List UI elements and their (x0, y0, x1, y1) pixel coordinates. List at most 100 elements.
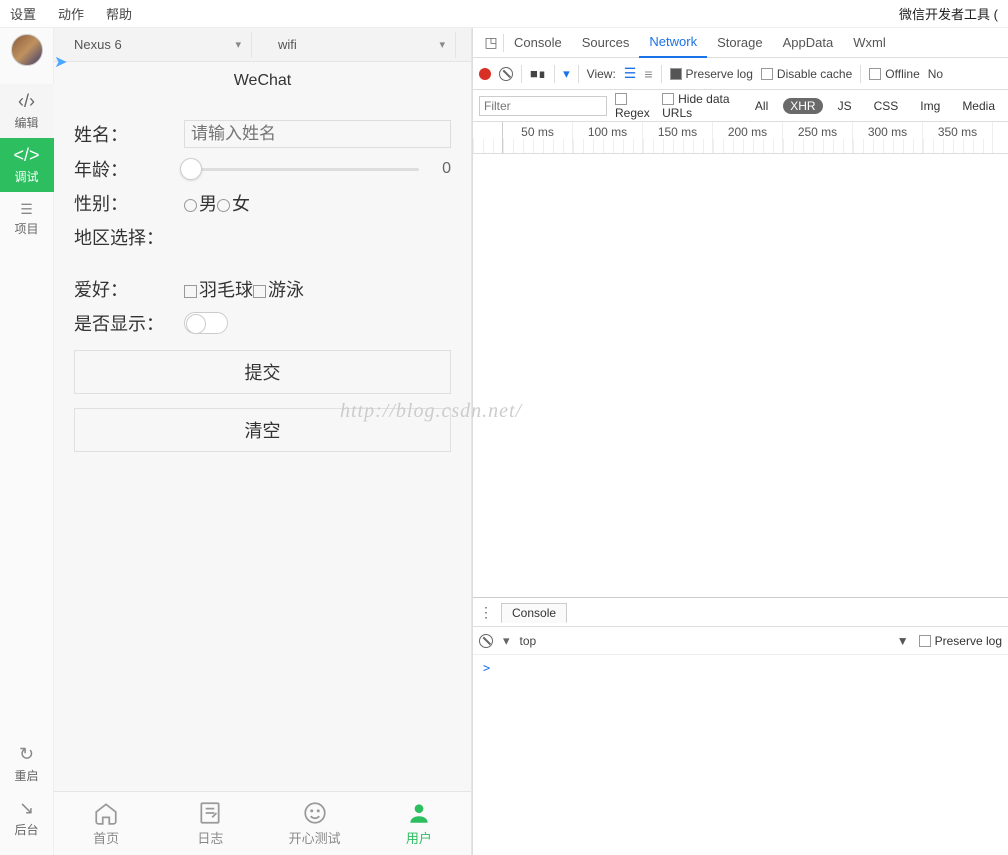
clear-button[interactable]: 清空 (74, 408, 451, 452)
app-brand: 微信开发者工具 ( (899, 4, 998, 23)
filter-type-js[interactable]: JS (831, 98, 859, 114)
checkbox-icon (253, 285, 266, 298)
record-icon[interactable] (479, 68, 491, 80)
network-toolbar: ■∎ ▾ View: ☰ ≡ Preserve log Disable cach… (473, 58, 1008, 90)
drawer-menu-icon[interactable]: ⋮ (479, 604, 493, 621)
view-waterfall-icon[interactable]: ≡ (644, 66, 652, 82)
checkbox-icon (670, 68, 682, 80)
checkbox-icon (184, 285, 197, 298)
devtools-tab-appdata[interactable]: AppData (773, 28, 844, 58)
gender-label: 性别： (74, 190, 184, 216)
avatar[interactable] (11, 34, 43, 66)
sidebar-restart-label: 重启 (14, 767, 38, 784)
left-sidebar: ‹/› 编辑 </> 调试 ☰ 项目 ↻ 重启 ↘ 后台 (0, 28, 54, 855)
checkbox-icon (615, 93, 627, 105)
sidebar-backend-label: 后台 (14, 821, 38, 838)
filter-type-css[interactable]: CSS (867, 98, 906, 114)
drawer-tab-console[interactable]: Console (501, 603, 567, 623)
preserve-log-checkbox[interactable]: Preserve log (670, 67, 753, 81)
filter-type-all[interactable]: All (748, 98, 775, 114)
filter-input[interactable] (479, 96, 607, 116)
timeline-tick: 150 ms (643, 122, 713, 153)
menu-settings[interactable]: 设置 (10, 4, 36, 23)
menu-actions[interactable]: 动作 (58, 4, 84, 23)
network-request-list (473, 154, 1008, 597)
console-toolbar: ▾ top ▼ Preserve log (473, 627, 1008, 655)
devtools-tab-console[interactable]: Console (504, 28, 572, 58)
top-menu: 设置 动作 帮助 微信开发者工具 ( (0, 0, 1008, 28)
tab-happy[interactable]: 开心测试 (263, 792, 367, 855)
submit-button[interactable]: 提交 (74, 350, 451, 394)
view-list-icon[interactable]: ☰ (624, 65, 637, 82)
filter-type-xhr[interactable]: XHR (783, 98, 822, 114)
checkbox-icon (662, 93, 674, 105)
chevron-down-icon: ▾ (439, 38, 445, 51)
network-select[interactable]: wifi ▾ (268, 32, 456, 58)
filter-icon[interactable]: ▾ (563, 66, 570, 82)
console-filter-icon[interactable]: ▾ (503, 633, 510, 649)
network-filter-bar: Regex Hide data URLs All XHR JS CSS Img … (473, 90, 1008, 122)
device-select-value: Nexus 6 (74, 37, 122, 52)
home-icon (93, 800, 119, 826)
sidebar-backend[interactable]: ↘ 后台 (14, 791, 38, 845)
radio-icon (184, 199, 197, 212)
tab-user[interactable]: 用户 (367, 792, 471, 855)
disable-cache-checkbox[interactable]: Disable cache (761, 67, 852, 81)
inspect-icon[interactable]: ◳ (479, 34, 503, 51)
regex-checkbox[interactable]: Regex (615, 92, 654, 120)
clear-icon[interactable] (499, 67, 513, 81)
show-label: 是否显示： (74, 310, 184, 336)
show-switch[interactable] (184, 312, 228, 334)
menu-help[interactable]: 帮助 (106, 4, 132, 23)
gender-female-option[interactable]: 女 (217, 190, 250, 216)
simulator-pane: Nexus 6 ▾ wifi ▾ ➤ WeChat 姓名： 年龄： 0 (54, 28, 472, 855)
offline-checkbox[interactable]: Offline (869, 67, 919, 81)
restart-icon: ↻ (19, 744, 34, 765)
throttle-select[interactable]: No (928, 67, 943, 81)
hide-data-urls-checkbox[interactable]: Hide data URLs (662, 92, 740, 120)
sidebar-project[interactable]: ☰ 项目 (0, 192, 54, 246)
name-input[interactable] (184, 120, 451, 148)
filter-type-media[interactable]: Media (955, 98, 1002, 114)
timeline-tick: 200 ms (713, 122, 783, 153)
network-select-value: wifi (278, 37, 297, 52)
gender-male-option[interactable]: 男 (184, 190, 217, 216)
timeline-tick: 300 ms (853, 122, 923, 153)
hobby-swim-option[interactable]: 游泳 (253, 276, 304, 302)
devtools-tabs: ◳ Console Sources Network Storage AppDat… (473, 28, 1008, 58)
tab-home[interactable]: 首页 (54, 792, 158, 855)
sidebar-debug[interactable]: </> 调试 (0, 138, 54, 192)
age-value: 0 (419, 160, 451, 178)
clear-console-icon[interactable] (479, 634, 493, 648)
hobby-badminton-option[interactable]: 羽毛球 (184, 276, 253, 302)
devtools-tab-sources[interactable]: Sources (572, 28, 640, 58)
network-timeline[interactable]: 50 ms 100 ms 150 ms 200 ms 250 ms 300 ms… (473, 122, 1008, 154)
console-body[interactable]: > (473, 655, 1008, 855)
filter-type-img[interactable]: Img (913, 98, 947, 114)
console-context-select[interactable]: top (520, 634, 541, 648)
sidebar-edit[interactable]: ‹/› 编辑 (0, 84, 54, 138)
tab-diary[interactable]: 日志 (158, 792, 262, 855)
cursor-icon: ➤ (54, 52, 67, 72)
console-preserve-log-checkbox[interactable]: Preserve log (919, 634, 1002, 648)
devtools-pane: ◳ Console Sources Network Storage AppDat… (472, 28, 1008, 855)
age-slider[interactable]: 0 (184, 160, 451, 178)
console-prompt: > (483, 661, 490, 675)
note-icon (197, 800, 223, 826)
devtools-tab-network[interactable]: Network (639, 28, 707, 58)
devtools-tab-storage[interactable]: Storage (707, 28, 773, 58)
camera-icon[interactable]: ■∎ (530, 66, 546, 82)
smile-icon (302, 800, 328, 826)
timeline-tick: 50 ms (503, 122, 573, 153)
console-context-chevron[interactable]: ▼ (897, 634, 909, 648)
sidebar-restart[interactable]: ↻ 重启 (14, 737, 38, 791)
chevron-down-icon: ▾ (235, 38, 241, 51)
timeline-tick: 100 ms (573, 122, 643, 153)
device-select[interactable]: Nexus 6 ▾ (64, 32, 252, 58)
region-label: 地区选择： (74, 224, 184, 250)
timeline-tick: 250 ms (783, 122, 853, 153)
age-label: 年龄： (74, 156, 184, 182)
radio-icon (217, 199, 230, 212)
devtools-tab-wxml[interactable]: Wxml (843, 28, 896, 58)
slider-thumb[interactable] (180, 158, 202, 180)
